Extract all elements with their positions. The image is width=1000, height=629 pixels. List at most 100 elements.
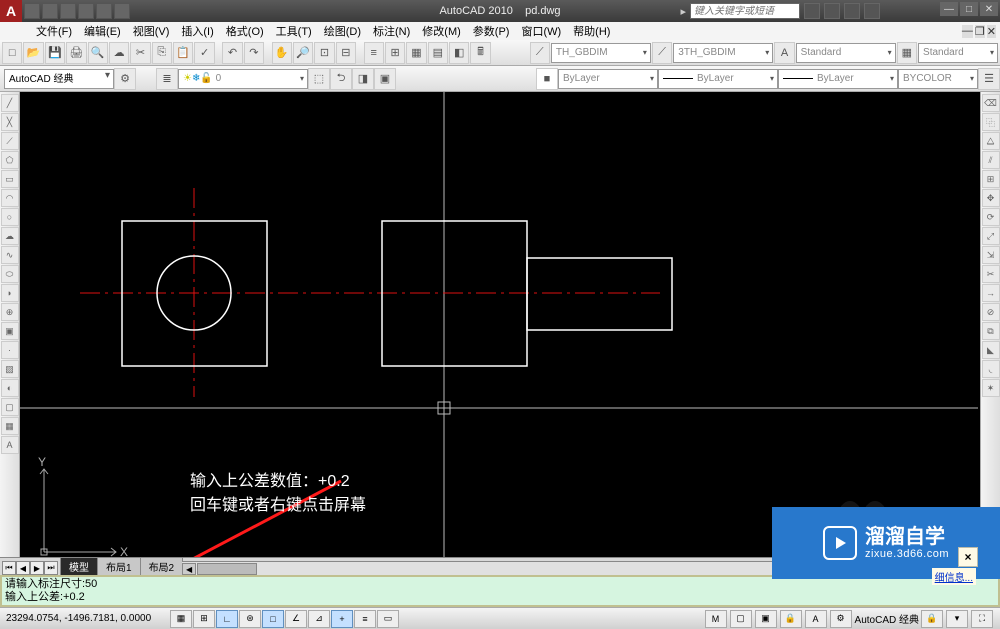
gradient-icon[interactable]: ◐ [1, 379, 19, 397]
maximize-button[interactable]: □ [960, 2, 978, 16]
tab-layout1[interactable]: 布局1 [97, 557, 141, 575]
menu-window[interactable]: 窗口(W) [515, 21, 567, 41]
exchange-icon[interactable] [844, 3, 860, 19]
trim-icon[interactable]: ✂ [982, 265, 1000, 283]
insert-icon[interactable]: ⊕ [1, 303, 19, 321]
help-icon[interactable] [864, 3, 880, 19]
list-icon[interactable]: ☰ [978, 68, 1000, 90]
doc-minimize-button[interactable]: — [962, 25, 973, 38]
calc-icon[interactable]: 🖩 [470, 42, 490, 64]
designcenter-icon[interactable]: ⊞ [385, 42, 405, 64]
tab-last-icon[interactable]: ⏭ [44, 561, 58, 575]
print-icon[interactable]: 🖨 [66, 42, 86, 64]
qat-new-icon[interactable] [24, 3, 40, 19]
revcloud-icon[interactable]: ☁ [1, 227, 19, 245]
search-input[interactable] [690, 3, 800, 19]
grid-button[interactable]: ⊞ [193, 610, 215, 628]
cleanscreen-icon[interactable]: ⛶ [971, 610, 993, 628]
menu-edit[interactable]: 编辑(E) [78, 21, 127, 41]
layer-state-icon[interactable]: ▣ [374, 68, 396, 90]
mtext-icon[interactable]: A [1, 436, 19, 454]
dimstyle2-dropdown[interactable]: 3TH_GBDIM [673, 43, 773, 63]
balloon-close-button[interactable]: × [958, 547, 978, 567]
arc-icon[interactable]: ◠ [1, 189, 19, 207]
otrack-button[interactable]: ∠ [285, 610, 307, 628]
menu-format[interactable]: 格式(O) [220, 21, 270, 41]
menu-insert[interactable]: 插入(I) [175, 21, 219, 41]
rotate-icon[interactable]: ⟳ [982, 208, 1000, 226]
hardware-icon[interactable]: ▾ [946, 610, 968, 628]
erase-icon[interactable]: ⌫ [982, 94, 1000, 112]
qp-button[interactable]: ▭ [377, 610, 399, 628]
ortho-button[interactable]: ∟ [216, 610, 238, 628]
paste-icon[interactable]: 📋 [173, 42, 193, 64]
zoom-prev-icon[interactable]: ⊟ [336, 42, 356, 64]
join-icon[interactable]: ⧉ [982, 322, 1000, 340]
sheetset-icon[interactable]: ▤ [428, 42, 448, 64]
menu-help[interactable]: 帮助(H) [567, 21, 616, 41]
workspace-dropdown[interactable]: AutoCAD 经典 [4, 69, 114, 89]
line-icon[interactable]: ╱ [1, 94, 19, 112]
lineweight-dropdown[interactable]: ByLayer [778, 69, 898, 89]
menu-parametric[interactable]: 参数(P) [467, 21, 516, 41]
ws-switch-icon[interactable]: ⚙ [830, 610, 852, 628]
zoom-rt-icon[interactable]: 🔎 [293, 42, 313, 64]
block-icon[interactable]: ▣ [1, 322, 19, 340]
layer-dropdown[interactable]: ☀❄🔓 0 [178, 69, 308, 89]
move-icon[interactable]: ✥ [982, 189, 1000, 207]
tab-layout2[interactable]: 布局2 [140, 557, 184, 575]
region-icon[interactable]: ▢ [1, 398, 19, 416]
xline-icon[interactable]: ╳ [1, 113, 19, 131]
pan-icon[interactable]: ✋ [272, 42, 292, 64]
cut-icon[interactable]: ✂ [130, 42, 150, 64]
info-link[interactable]: 细信息... [932, 568, 976, 585]
circle-icon[interactable]: ○ [1, 208, 19, 226]
menu-view[interactable]: 视图(V) [127, 21, 176, 41]
tablestyle-icon[interactable]: ▦ [897, 42, 917, 64]
snap-button[interactable]: ▦ [170, 610, 192, 628]
polygon-icon[interactable]: ⬠ [1, 151, 19, 169]
coordinates[interactable]: 23294.0754, -1496.7181, 0.0000 [0, 613, 170, 624]
explode-icon[interactable]: ✶ [982, 379, 1000, 397]
minimize-button[interactable]: — [940, 2, 958, 16]
qview-layout-icon[interactable]: ▢ [730, 610, 752, 628]
extend-icon[interactable]: → [982, 284, 1000, 302]
preview-icon[interactable]: 🔍 [88, 42, 108, 64]
offset-icon[interactable]: ⫽ [982, 151, 1000, 169]
toolpalette-icon[interactable]: ▦ [406, 42, 426, 64]
lwt-button[interactable]: ≡ [354, 610, 376, 628]
layer-props-icon[interactable]: ≣ [156, 68, 178, 90]
toolbar-lock-icon[interactable]: 🔒 [921, 610, 943, 628]
copy-icon[interactable]: ⎘ [152, 42, 172, 64]
color-dropdown[interactable]: ByLayer [558, 69, 658, 89]
copy-obj-icon[interactable]: ⿻ [982, 113, 1000, 131]
color-swatch-icon[interactable]: ■ [536, 68, 558, 90]
dimstyle-icon[interactable]: ⟋ [530, 42, 550, 64]
ducs-button[interactable]: ⊿ [308, 610, 330, 628]
open-icon[interactable]: 📂 [23, 42, 43, 64]
table-icon[interactable]: ▦ [1, 417, 19, 435]
textstyle-icon[interactable]: A [774, 42, 794, 64]
annoauto-icon[interactable]: A [805, 610, 827, 628]
dimstyle1-dropdown[interactable]: TH_GBDIM [551, 43, 651, 63]
tab-next-icon[interactable]: ▶ [30, 561, 44, 575]
ellipse-icon[interactable]: ⬭ [1, 265, 19, 283]
search-chevron-icon[interactable]: ▸ [680, 5, 686, 18]
qat-save-icon[interactable] [60, 3, 76, 19]
tab-prev-icon[interactable]: ◀ [16, 561, 30, 575]
properties-icon[interactable]: ≡ [364, 42, 384, 64]
fillet-icon[interactable]: ◟ [982, 360, 1000, 378]
qview-dwg-icon[interactable]: ▣ [755, 610, 777, 628]
search-icon[interactable] [804, 3, 820, 19]
scroll-left-icon[interactable]: ◀ [182, 563, 196, 575]
app-logo[interactable]: A [0, 0, 22, 22]
layer-match-icon[interactable]: ⬚ [308, 68, 330, 90]
cmd-input-line[interactable]: 输入上公差:+0.2 [5, 591, 995, 604]
textstyle-dropdown[interactable]: Standard [796, 43, 896, 63]
menu-modify[interactable]: 修改(M) [416, 21, 467, 41]
mirror-icon[interactable]: ⧋ [982, 132, 1000, 150]
menu-tools[interactable]: 工具(T) [270, 21, 318, 41]
tab-model[interactable]: 模型 [60, 557, 98, 575]
save-icon[interactable]: 💾 [45, 42, 65, 64]
subscription-icon[interactable] [824, 3, 840, 19]
